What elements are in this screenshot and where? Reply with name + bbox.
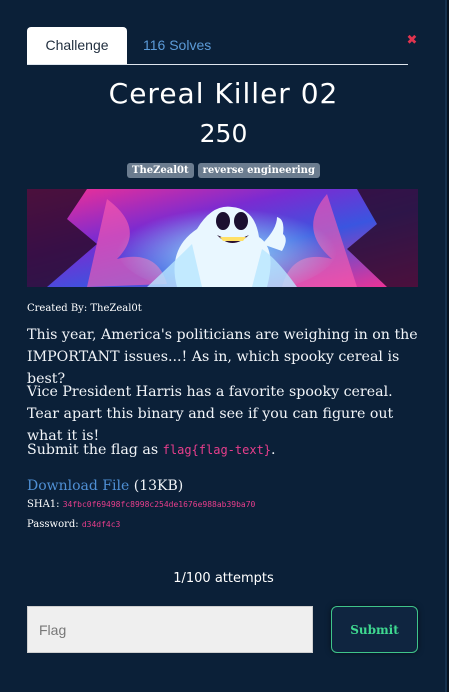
password-value: d34df4c3 xyxy=(81,520,121,529)
sha1-row: SHA1: 34fbc0f69498fc8998c254de1676e988ab… xyxy=(27,499,255,510)
challenge-title: Cereal Killer 02 xyxy=(108,77,339,110)
close-icon[interactable]: ✖ xyxy=(405,34,419,48)
sha1-label: SHA1: xyxy=(27,499,63,510)
download-file-link[interactable]: Download File xyxy=(27,478,129,494)
challenge-modal: Challenge 116 Solves ✖ Cereal Killer 02 … xyxy=(0,0,447,692)
punctuation: . xyxy=(271,442,276,458)
password-label: Password: xyxy=(27,519,82,530)
created-by: Created By: TheZeal0t xyxy=(27,303,142,314)
tab-bar: Challenge 116 Solves xyxy=(27,27,408,65)
password-row: Password: d34df4c3 xyxy=(27,519,120,530)
sha1-value: 34fbc0f69498fc8998c254de1676e988ab39ba70 xyxy=(62,500,256,509)
submit-button[interactable]: Submit xyxy=(331,606,418,653)
submit-instruction: Submit the flag as xyxy=(27,442,163,458)
flag-format-code: flag{flag-text} xyxy=(162,443,272,457)
flag-input[interactable] xyxy=(27,606,313,653)
tag-author: TheZeal0t xyxy=(127,163,194,178)
download-row: Download File (13KB) xyxy=(27,478,183,494)
ghost-banner-image xyxy=(27,189,418,287)
challenge-points: 250 xyxy=(199,119,248,148)
tab-challenge[interactable]: Challenge xyxy=(27,27,127,64)
tag-list: TheZeal0t reverse engineering xyxy=(0,163,447,178)
file-size: (13KB) xyxy=(129,478,184,494)
description-paragraph-3: Submit the flag as flag{flag-text}. xyxy=(27,439,422,461)
attempts-counter: 1/100 attempts xyxy=(173,571,274,586)
tag-category: reverse engineering xyxy=(197,163,320,178)
description-paragraph-2: Vice President Harris has a favorite spo… xyxy=(27,384,394,444)
tab-solves[interactable]: 116 Solves xyxy=(143,27,211,64)
